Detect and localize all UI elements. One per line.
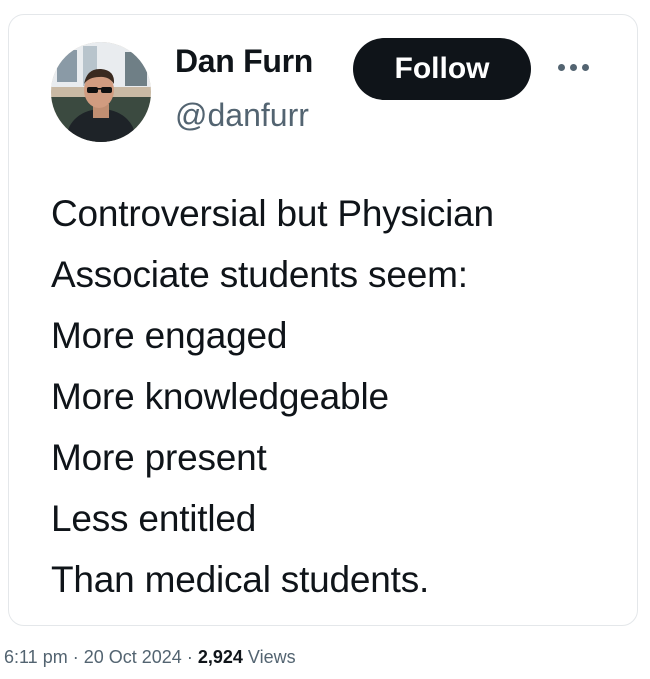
tweet-date[interactable]: 20 Oct 2024 xyxy=(84,647,182,667)
meta-separator: · xyxy=(186,647,193,667)
tweet-text-line: More engaged xyxy=(51,315,288,356)
meta-separator: · xyxy=(72,647,79,667)
tweet-text-line: Less entitled xyxy=(51,498,257,539)
tweet-text: Controversial but Physician Associate st… xyxy=(51,183,621,610)
views-label: Views xyxy=(247,647,296,667)
more-options-icon[interactable] xyxy=(553,55,593,79)
more-dot-icon xyxy=(569,63,577,71)
tweet-time[interactable]: 6:11 pm xyxy=(4,647,68,667)
tweet-text-line: More present xyxy=(51,437,267,478)
tweet-card: Dan Furn @danfurr Follow Controversial b… xyxy=(8,14,638,626)
tweet-meta: 6:11 pm · 20 Oct 2024 · 2,924 Views xyxy=(4,647,296,668)
tweet-text-line: Controversial but Physician xyxy=(51,193,494,234)
tweet-text-line: Associate students seem: xyxy=(51,254,468,295)
tweet-text-line: Than medical students. xyxy=(51,559,430,600)
more-dot-icon xyxy=(557,63,565,71)
views-count: 2,924 xyxy=(197,647,243,667)
avatar-image xyxy=(51,42,151,142)
author-name[interactable]: Dan Furn xyxy=(175,43,313,80)
avatar[interactable] xyxy=(51,42,151,142)
author-handle[interactable]: @danfurr xyxy=(175,97,309,134)
follow-button[interactable]: Follow xyxy=(353,38,531,100)
more-dot-icon xyxy=(581,63,589,71)
tweet-text-line: More knowledgeable xyxy=(51,376,389,417)
